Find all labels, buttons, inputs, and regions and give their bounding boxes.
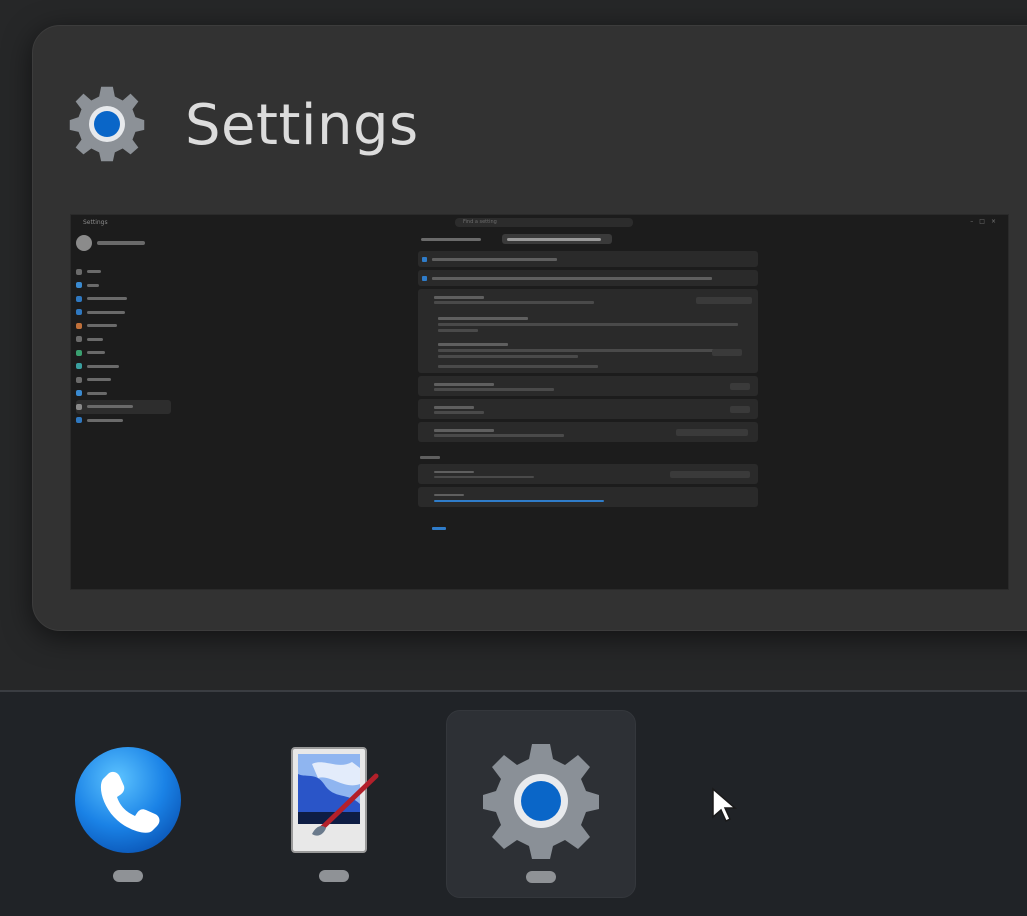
preview-related-link [432, 527, 446, 530]
running-indicator [319, 870, 349, 882]
gear-icon [67, 84, 147, 168]
running-indicator [113, 870, 143, 882]
gear-icon [479, 739, 603, 867]
window-preview[interactable]: Settings Find a setting –□× [70, 214, 1009, 590]
avatar [76, 235, 92, 251]
preview-search: Find a setting [455, 218, 633, 227]
paint-icon [278, 744, 390, 860]
mouse-cursor-icon [711, 787, 739, 827]
preview-profile [76, 235, 145, 251]
taskbar-button-phone-link[interactable] [34, 710, 222, 896]
preview-profile-name [97, 241, 145, 245]
taskbar-thumbnail-flyout[interactable]: Settings Settings Find a setting –□× [32, 25, 1027, 631]
taskbar [0, 690, 1027, 916]
preview-tabs [416, 234, 618, 244]
taskbar-button-settings[interactable] [446, 710, 636, 898]
taskbar-button-paint[interactable] [240, 710, 428, 896]
preview-sidebar [76, 265, 171, 427]
flyout-header: Settings [67, 84, 419, 168]
phone-icon [72, 744, 184, 860]
preview-titlebar: Settings Find a setting –□× [71, 215, 1008, 229]
running-indicator [526, 871, 556, 883]
preview-app-name: Settings [83, 219, 108, 226]
flyout-title: Settings [185, 93, 419, 158]
preview-window-controls: –□× [970, 218, 1002, 225]
preview-content [418, 251, 758, 510]
